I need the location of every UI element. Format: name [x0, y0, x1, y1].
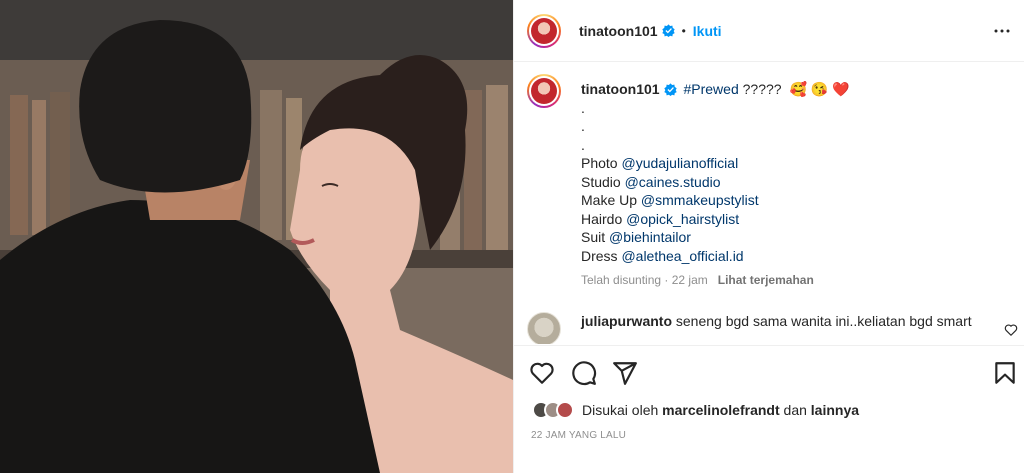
post-photo[interactable] [0, 0, 513, 473]
liker-avatar [556, 401, 574, 419]
follow-button[interactable]: Ikuti [693, 23, 722, 39]
heart-icon[interactable] [529, 360, 555, 386]
post-header: tinatoon101 • Ikuti [514, 0, 1024, 62]
author-username[interactable]: tinatoon101 [579, 23, 658, 39]
comment-icon[interactable] [571, 360, 597, 386]
verified-badge-icon [663, 83, 677, 96]
likes-summary: Disukai oleh marcelinolefrandt dan lainn… [532, 401, 859, 419]
comment-text: juliapurwanto seneng bgd sama wanita ini… [581, 312, 991, 344]
credit-line-photo: Photo @yudajulianofficial [581, 155, 739, 171]
mention-link[interactable]: @opick_hairstylist [626, 211, 739, 227]
mention-link[interactable]: @smmakeupstylist [641, 192, 759, 208]
mention-link[interactable]: @biehintailor [609, 229, 691, 245]
post-caption: tinatoon101 #Prewed ????? 🥰 😘 ❤️ . . . P… [527, 74, 1017, 290]
see-translation-button[interactable]: Lihat terjemahan [718, 273, 814, 287]
credit-line-dress: Dress @alethea_official.id [581, 247, 744, 264]
caption-author-avatar[interactable] [527, 74, 561, 108]
caption-username[interactable]: tinatoon101 [581, 81, 660, 97]
comment-body: seneng bgd sama wanita ini..keliatan bgd… [675, 313, 972, 329]
more-options-icon[interactable] [993, 22, 1011, 40]
commenter-username[interactable]: juliapurwanto [581, 313, 672, 329]
credit-line-suit: Suit @biehintailor [581, 229, 691, 245]
liker-username[interactable]: marcelinolefrandt [662, 402, 779, 418]
caption-text: ????? [738, 81, 782, 97]
comment-like-heart-icon[interactable] [1004, 323, 1018, 337]
post-panel: tinatoon101 • Ikuti tinatoon101 #Prewed … [513, 0, 1024, 473]
separator-dot: • [681, 23, 686, 38]
commenter-avatar[interactable] [527, 312, 561, 344]
bookmark-icon[interactable] [992, 360, 1018, 386]
mention-link[interactable]: @alethea_official.id [621, 248, 743, 264]
likes-text: Disukai oleh marcelinolefrandt dan lainn… [582, 402, 860, 418]
share-icon[interactable] [612, 360, 638, 386]
comment-item: juliapurwanto seneng bgd sama wanita ini… [527, 312, 1017, 344]
post-timestamp[interactable]: 22 JAM YANG LALU [531, 430, 626, 441]
author-avatar[interactable] [527, 13, 561, 48]
credit-line-hairdo: Hairdo @opick_hairstylist [581, 210, 740, 227]
caption-emoji: 🥰 😘 ❤️ [789, 81, 850, 97]
verified-badge-icon [661, 24, 675, 37]
edited-timestamp[interactable]: Telah disunting · 22 jam [581, 273, 708, 287]
post-image [0, 0, 513, 473]
credit-line-studio: Studio @caines.studio [581, 173, 721, 190]
caption-dot-line: . [581, 118, 585, 134]
caption-body: tinatoon101 #Prewed ????? 🥰 😘 ❤️ . . . P… [581, 74, 850, 290]
caption-meta: Telah disunting · 22 jam Lihat terjemahan [581, 271, 850, 290]
credit-line-makeup: Make Up @smmakeupstylist [581, 192, 759, 208]
likes-others-link[interactable]: lainnya [811, 402, 859, 418]
mention-link[interactable]: @caines.studio [625, 174, 721, 190]
caption-dot-line: . [581, 99, 585, 116]
caption-dot-line: . [581, 136, 585, 153]
caption-hashtag[interactable]: #Prewed [683, 81, 738, 97]
action-bar [514, 345, 1024, 397]
mention-link[interactable]: @yudajulianofficial [621, 155, 738, 171]
